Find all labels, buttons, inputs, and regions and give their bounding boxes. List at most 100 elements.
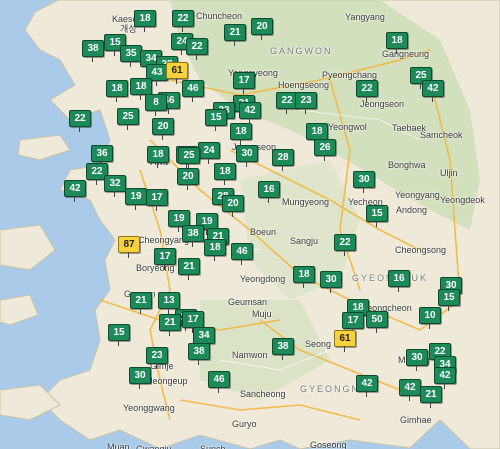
aqi-station-marker[interactable]: 21 [159,314,181,336]
aqi-station-marker[interactable]: 42 [64,180,86,202]
aqi-station-marker[interactable]: 30 [129,367,151,389]
place-label: Boeun [250,227,277,237]
air-quality-map[interactable]: Kaeso 개성 Chuncheon Yangyang GANGWON Gangneung… [0,0,500,449]
aqi-station-marker[interactable]: 17 [146,189,168,211]
aqi-station-marker[interactable]: 18 [214,163,236,185]
aqi-station-marker[interactable]: 20 [177,168,199,190]
aqi-station-marker[interactable]: 42 [356,375,378,397]
place-label: Jeongeup [148,376,188,386]
aqi-station-marker[interactable]: 30 [320,271,342,293]
aqi-station-marker[interactable]: 30 [236,145,258,167]
place-label: Gimhae [400,415,432,425]
aqi-station-marker[interactable]: 23 [295,92,317,114]
aqi-station-marker[interactable]: 30 [406,349,428,371]
aqi-station-marker[interactable]: 18 [230,123,252,145]
aqi-station-marker[interactable]: 13 [158,292,180,314]
place-label: Guryo [232,419,257,429]
place-label: Yeongwol [328,122,367,132]
place-label: Yeongdong [240,274,286,284]
place-label: Goseong [310,440,347,449]
aqi-station-marker[interactable]: 30 [353,171,375,193]
aqi-station-marker[interactable]: 15 [205,109,227,131]
aqi-station-marker[interactable]: 42 [434,367,456,389]
aqi-station-marker[interactable]: 38 [188,343,210,365]
aqi-station-marker[interactable]: 22 [69,110,91,132]
aqi-station-marker[interactable]: 42 [422,80,444,102]
aqi-station-marker[interactable]: 28 [272,149,294,171]
aqi-station-marker[interactable]: 18 [293,266,315,288]
place-label: Yangyang [345,12,385,22]
aqi-station-marker[interactable]: 25 [117,108,139,130]
aqi-station-marker[interactable]: 25 [178,147,200,169]
aqi-station-marker[interactable]: 24 [198,142,220,164]
aqi-station-marker[interactable]: 21 [224,24,246,46]
aqi-station-marker[interactable]: 22 [186,38,208,60]
place-label: Yeongdeok [440,195,485,205]
aqi-station-marker[interactable]: 17 [233,72,255,94]
place-label: Namwon [232,350,268,360]
aqi-station-marker[interactable]: 46 [208,371,230,393]
place-label: Yeongyang [395,190,440,200]
aqi-station-marker[interactable]: 8 [145,94,167,116]
aqi-station-marker[interactable]: 21 [420,386,442,408]
aqi-station-marker[interactable]: 32 [104,175,126,197]
place-label: Sancheong [240,389,286,399]
aqi-station-marker[interactable]: 16 [258,181,280,203]
aqi-station-marker[interactable]: 61 [166,62,188,84]
aqi-station-marker[interactable]: 50 [366,311,388,333]
aqi-station-marker[interactable]: 10 [419,307,441,329]
place-label: Sunch [200,444,226,449]
aqi-station-marker[interactable]: 35 [120,45,142,67]
aqi-station-marker[interactable]: 17 [342,312,364,334]
aqi-station-marker[interactable]: 38 [182,225,204,247]
aqi-station-marker[interactable]: 18 [130,78,152,100]
aqi-station-marker[interactable]: 15 [438,289,460,311]
aqi-station-marker[interactable]: 17 [182,311,204,333]
place-label: Geumsan [228,297,268,307]
aqi-station-marker[interactable]: 17 [154,248,176,270]
aqi-station-marker[interactable]: 87 [118,236,140,258]
region-label: GANGWON [270,46,333,56]
aqi-station-marker[interactable]: 22 [172,10,194,32]
aqi-station-marker[interactable]: 18 [386,32,408,54]
aqi-station-marker[interactable]: 20 [251,18,273,40]
aqi-station-marker[interactable]: 23 [146,347,168,369]
aqi-station-marker[interactable]: 26 [314,139,336,161]
aqi-station-marker[interactable]: 42 [399,379,421,401]
place-label: Sangju [290,236,319,246]
aqi-station-marker[interactable]: 38 [82,40,104,62]
place-label: Seong [305,339,332,349]
aqi-station-marker[interactable]: 21 [178,258,200,280]
aqi-station-marker[interactable]: 61 [334,330,356,352]
place-label: Chuncheon [196,11,243,21]
place-label: Mungyeong [282,197,330,207]
aqi-station-marker[interactable]: 18 [204,239,226,261]
aqi-station-marker[interactable]: 19 [125,188,147,210]
place-label: Taebaek [392,123,427,133]
aqi-station-marker[interactable]: 16 [388,270,410,292]
aqi-station-marker[interactable]: 18 [134,10,156,32]
aqi-station-marker[interactable]: 38 [272,338,294,360]
place-label: Uljin [440,168,458,178]
place-label: Samcheok [420,130,463,140]
aqi-station-marker[interactable]: 34 [193,327,215,349]
aqi-station-marker[interactable]: 20 [152,118,174,140]
place-label: Pyeongchang [322,70,378,80]
place-label: Yeonggwang [123,403,175,413]
aqi-station-marker[interactable]: 18 [147,146,169,168]
place-label: Andong [396,205,428,215]
place-label: Hoengseong [278,80,330,90]
aqi-station-marker[interactable]: 20 [222,195,244,217]
aqi-station-marker[interactable]: 46 [231,243,253,265]
aqi-station-marker[interactable]: 15 [366,205,388,227]
aqi-station-marker[interactable]: 22 [356,80,378,102]
aqi-station-marker[interactable]: 21 [130,292,152,314]
aqi-station-marker[interactable]: 22 [334,234,356,256]
aqi-station-marker[interactable]: 18 [306,123,328,145]
aqi-station-marker[interactable]: 36 [91,145,113,167]
aqi-station-marker[interactable]: 15 [108,324,130,346]
aqi-station-marker[interactable]: 46 [182,80,204,102]
place-label: Muan [107,442,130,449]
aqi-station-marker[interactable]: 42 [239,102,261,124]
aqi-station-marker[interactable]: 18 [106,80,128,102]
